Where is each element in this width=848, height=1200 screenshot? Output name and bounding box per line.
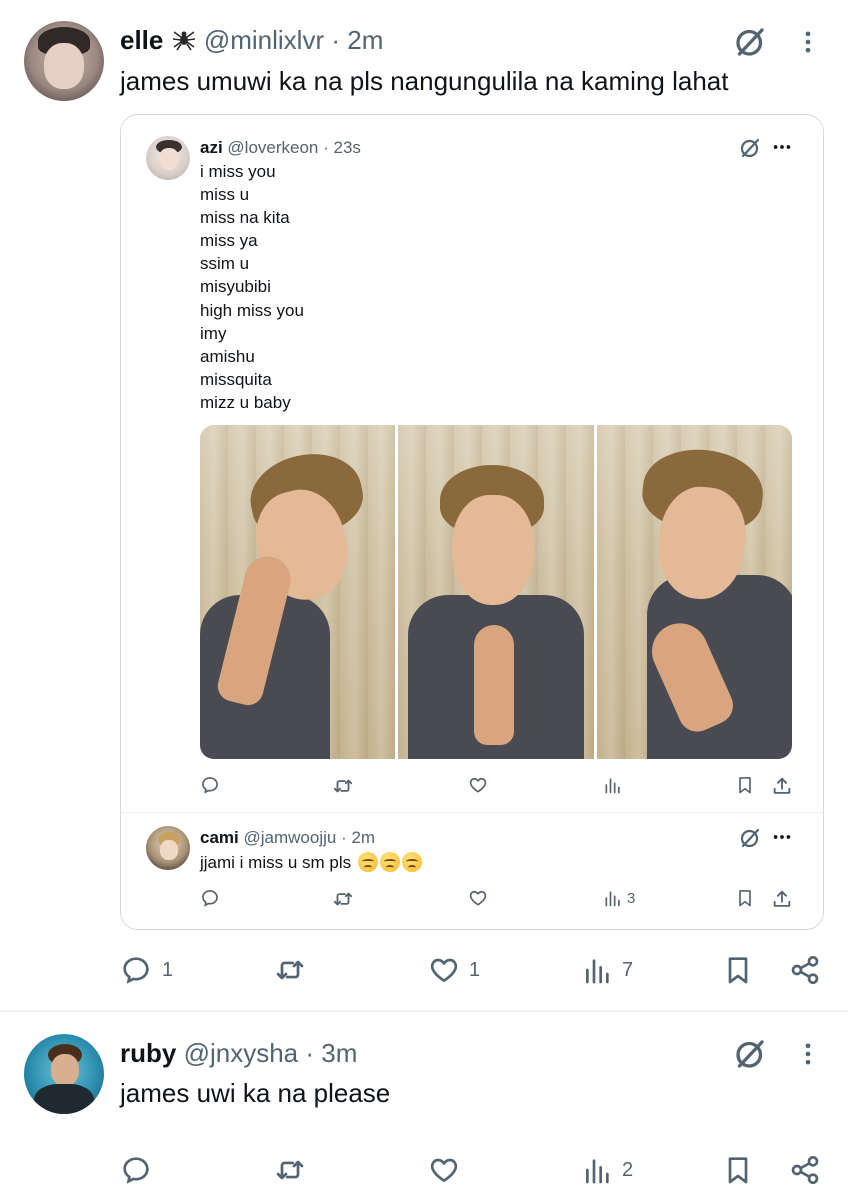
author-handle[interactable]: @loverkeon	[227, 138, 318, 157]
views-count: 2	[622, 1159, 634, 1181]
author-handle[interactable]: @jamwoojju	[243, 828, 336, 847]
author-name[interactable]: azi	[200, 138, 223, 157]
heart-icon[interactable]	[427, 1154, 461, 1186]
author-name[interactable]: cami	[200, 828, 239, 847]
avatar[interactable]	[146, 136, 190, 180]
text-line: amishu	[200, 346, 255, 366]
text-line: high miss you	[200, 300, 304, 320]
tweet-ruby[interactable]: ruby @jnxysha · 3m james uwi ka na pleas…	[0, 1012, 848, 1200]
quote-text: jjami i miss u sm pls	[200, 853, 352, 872]
divider	[121, 812, 823, 813]
grok-icon[interactable]	[732, 24, 768, 60]
timestamp[interactable]: · 2m	[331, 25, 383, 55]
author-name[interactable]: ruby	[120, 1038, 176, 1068]
reply-count: 1	[162, 959, 174, 981]
share-icon[interactable]	[789, 1154, 821, 1186]
retweet-icon[interactable]	[272, 954, 308, 986]
author-name[interactable]: elle	[120, 25, 163, 55]
disappointed-face-icon	[401, 852, 422, 872]
avatar[interactable]	[24, 21, 104, 101]
views-count: 7	[622, 959, 634, 981]
text-line: missquita	[200, 369, 272, 389]
more-icon[interactable]	[771, 826, 793, 848]
timestamp[interactable]: · 3m	[305, 1038, 357, 1068]
tweet-elle[interactable]: elle @minlixlvr · 2m james umuwi ka na p…	[0, 0, 848, 1010]
text-line: miss u	[200, 185, 250, 205]
disappointed-face-icon	[379, 852, 400, 872]
views-icon[interactable]	[603, 775, 623, 795]
author-handle[interactable]: @jnxysha	[184, 1038, 299, 1068]
bookmark-icon[interactable]	[735, 775, 755, 795]
text-line: miss ya	[200, 231, 258, 251]
grok-icon[interactable]	[738, 136, 762, 160]
avatar[interactable]	[146, 826, 190, 870]
bookmark-icon[interactable]	[722, 954, 754, 986]
text-line: mizz u baby	[200, 392, 291, 412]
like-count: 1	[469, 959, 481, 981]
retweet-icon[interactable]	[332, 775, 354, 797]
views-icon[interactable]	[582, 954, 614, 986]
share-icon[interactable]	[789, 954, 821, 986]
grok-icon[interactable]	[732, 1036, 768, 1072]
photo[interactable]	[596, 425, 792, 759]
tweet-text: james umuwi ka na pls nangungulila na ka…	[120, 66, 729, 96]
timestamp[interactable]: · 2m	[341, 828, 375, 847]
spider-icon	[172, 31, 195, 51]
more-icon[interactable]	[771, 136, 793, 158]
author-handle[interactable]: @minlixlvr	[204, 25, 324, 55]
views-count: 3	[627, 890, 636, 907]
share-icon[interactable]	[771, 888, 793, 910]
text-line: ssim u	[200, 254, 250, 274]
more-icon[interactable]	[794, 26, 822, 58]
text-line: imy	[200, 323, 227, 343]
photo[interactable]	[398, 425, 594, 759]
photo[interactable]	[200, 425, 396, 759]
timestamp[interactable]: · 23s	[323, 138, 361, 157]
more-icon[interactable]	[794, 1038, 822, 1070]
reply-icon[interactable]	[200, 888, 220, 908]
reply-icon[interactable]	[120, 954, 152, 986]
heart-icon[interactable]	[468, 775, 488, 795]
heart-icon[interactable]	[468, 888, 488, 908]
heart-icon[interactable]	[427, 954, 461, 986]
retweet-icon[interactable]	[272, 1154, 308, 1186]
photo-grid[interactable]	[200, 425, 792, 759]
avatar[interactable]	[24, 1034, 104, 1114]
reply-icon[interactable]	[120, 1154, 152, 1186]
text-line: misyubibi	[200, 277, 271, 297]
tweet-text: james uwi ka na please	[120, 1078, 391, 1108]
quote-text: i miss you miss u miss na kita miss ya s…	[200, 160, 304, 414]
text-line: i miss you	[200, 162, 276, 181]
share-icon[interactable]	[771, 775, 793, 797]
views-icon[interactable]	[582, 1154, 614, 1186]
bookmark-icon[interactable]	[722, 1154, 754, 1186]
bookmark-icon[interactable]	[735, 888, 755, 908]
grok-icon[interactable]	[738, 826, 762, 850]
views-icon[interactable]	[603, 888, 623, 908]
disappointed-face-icon	[357, 852, 378, 872]
text-line: miss na kita	[200, 208, 290, 228]
retweet-icon[interactable]	[332, 888, 354, 910]
reply-icon[interactable]	[200, 775, 220, 795]
